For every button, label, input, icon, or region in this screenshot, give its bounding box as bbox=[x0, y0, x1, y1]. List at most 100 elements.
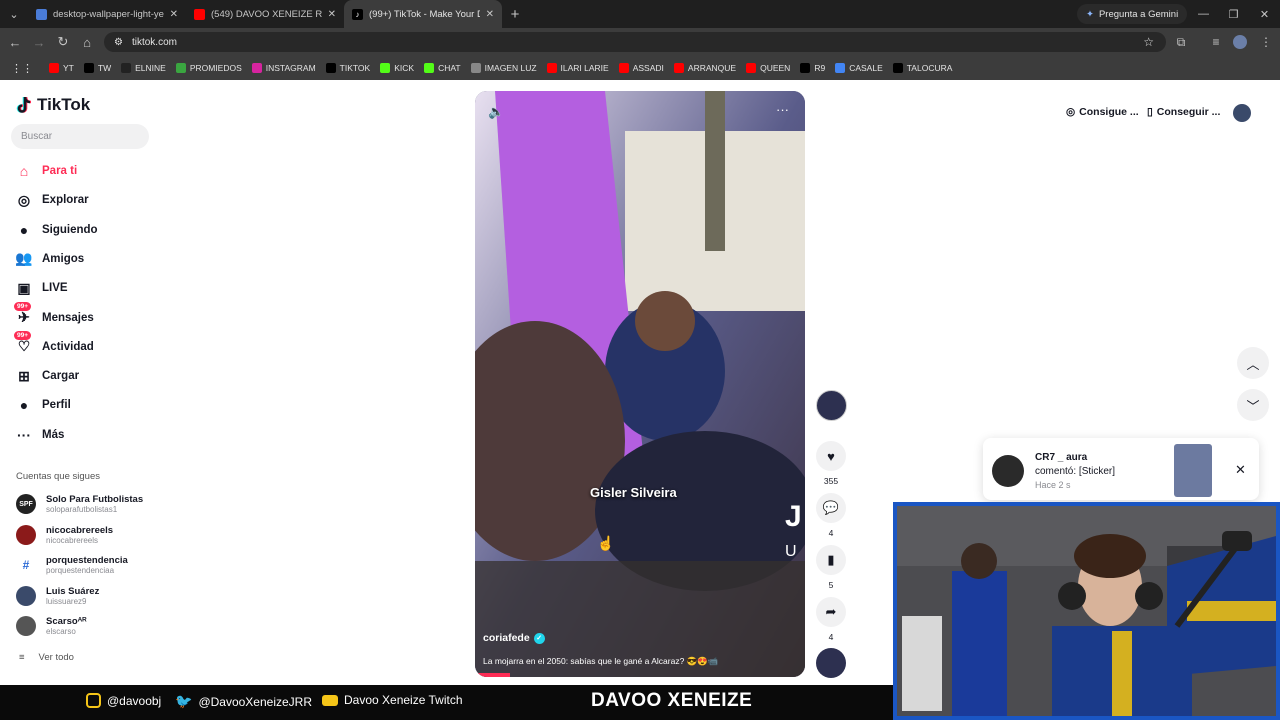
close-icon[interactable]: ✕ bbox=[486, 9, 494, 20]
profile-avatar[interactable] bbox=[1233, 104, 1251, 122]
bookmark-item[interactable]: YT bbox=[44, 58, 79, 78]
nav-item-3[interactable]: 👥 Amigos bbox=[15, 247, 156, 271]
youtube-channel: Davoo Xeneize Twitch bbox=[322, 693, 463, 707]
video-player[interactable]: J U bbox=[475, 91, 805, 677]
youtube-icon bbox=[746, 63, 757, 73]
save-button[interactable]: ▮ 5 bbox=[816, 545, 846, 590]
back-icon[interactable]: ← bbox=[3, 28, 27, 56]
bookmark-icon: ▮ bbox=[816, 545, 846, 575]
browser-tab-active[interactable]: ♪ (99+) TikTok - Make Your Day ✕ bbox=[344, 0, 502, 28]
restore-icon[interactable]: ❐ bbox=[1218, 0, 1249, 28]
followed-account[interactable]: nicocabrereels nicocabrereels bbox=[16, 522, 166, 548]
bookmark-item[interactable]: PROMIEDOS bbox=[171, 58, 247, 78]
nav-item-4[interactable]: ▣ LIVE bbox=[16, 276, 156, 300]
followed-account[interactable]: # porquestendencia porquestendenciaa bbox=[16, 552, 166, 578]
notification-toast[interactable]: CR7 _ aura comentó: [Sticker] Hace 2 s ✕ bbox=[983, 438, 1259, 500]
bookmark-star-icon[interactable]: ☆ bbox=[1143, 35, 1154, 49]
account-text: Luis Suárez luissuarez9 bbox=[46, 586, 99, 606]
reload-icon[interactable]: ↻ bbox=[51, 28, 75, 56]
share-button[interactable]: ➦ 4 bbox=[816, 597, 846, 642]
bookmark-item[interactable]: R9 bbox=[795, 58, 830, 78]
tab-title: (549) DAVOO XENEIZE REACCIÓ... bbox=[211, 8, 322, 20]
bookmark-item[interactable]: ELNINE bbox=[116, 58, 171, 78]
account-handle: luissuarez9 bbox=[46, 596, 87, 606]
tiktok-icon: ♪ bbox=[352, 8, 363, 20]
apps-icon[interactable]: ⋮⋮ bbox=[6, 58, 38, 78]
webcam-overlay bbox=[893, 502, 1280, 720]
bookmark-list: YT TW ELNINE PROMIEDOS INSTAGRAM TIKTOK KICK CH… bbox=[44, 58, 957, 78]
bookmark-item[interactable]: TALOCURA bbox=[888, 58, 958, 78]
notification-time: Hace 2 s bbox=[1035, 480, 1071, 490]
bookmark-item[interactable]: TW bbox=[79, 58, 116, 78]
see-all-button[interactable]: ≡ Ver todo bbox=[19, 652, 74, 663]
nav-item-6[interactable]: ♡ 99+ Actividad bbox=[14, 330, 156, 359]
home-icon[interactable]: ⌂ bbox=[75, 28, 99, 56]
bookmark-label: KICK bbox=[394, 63, 415, 73]
nav-item-2[interactable]: ● Siguiendo bbox=[16, 218, 156, 242]
more-options-icon[interactable]: ··· bbox=[776, 102, 789, 117]
close-icon[interactable]: ✕ bbox=[328, 9, 336, 20]
volume-icon[interactable]: 🔈 bbox=[488, 104, 504, 120]
comment-button[interactable]: 💬 4 bbox=[816, 493, 846, 538]
avatar: SPF bbox=[16, 494, 36, 514]
bookmark-item[interactable]: CHAT bbox=[419, 58, 466, 78]
gemini-button[interactable]: ✦ Pregunta a Gemini bbox=[1077, 4, 1188, 24]
video-author[interactable]: coriafede ✓ bbox=[483, 632, 545, 644]
forward-icon[interactable]: → bbox=[27, 28, 51, 56]
bookmark-label: INSTAGRAM bbox=[265, 63, 316, 73]
profile-avatar[interactable] bbox=[1228, 28, 1252, 56]
bookmark-item[interactable]: ILARI LARIE bbox=[542, 58, 614, 78]
comment-count: 4 bbox=[828, 528, 834, 538]
search-input[interactable]: Buscar bbox=[11, 124, 149, 149]
get-desktop-button[interactable]: ▯ Conseguir ... bbox=[1147, 100, 1220, 124]
next-video-button[interactable]: ﹀ bbox=[1237, 389, 1269, 421]
sound-avatar[interactable] bbox=[816, 648, 846, 678]
nav-label: Siguiendo bbox=[42, 223, 98, 236]
bookmark-item[interactable]: ASSADI bbox=[614, 58, 669, 78]
previous-video-button[interactable]: ︿ bbox=[1237, 347, 1269, 379]
close-icon[interactable]: ✕ bbox=[1235, 462, 1246, 478]
followed-account[interactable]: Luis Suárez luissuarez9 bbox=[16, 583, 166, 609]
nav-item-1[interactable]: ◎ Explorar bbox=[16, 188, 156, 212]
nav-item-9[interactable]: ··· Más bbox=[16, 423, 156, 447]
bookmark-label: TALOCURA bbox=[906, 63, 953, 73]
nav-item-7[interactable]: ⊞ Cargar bbox=[16, 364, 156, 388]
tiktok-logo[interactable]: TikTok bbox=[16, 95, 90, 115]
extensions-icon[interactable]: ⧉ bbox=[1169, 28, 1193, 56]
video-frame: J U bbox=[475, 91, 805, 677]
minimize-icon[interactable]: — bbox=[1188, 0, 1219, 28]
browser-tab[interactable]: (549) DAVOO XENEIZE REACCIÓ... ✕ bbox=[186, 0, 344, 28]
media-icon[interactable]: ≡ bbox=[1204, 28, 1228, 56]
author-avatar[interactable] bbox=[816, 390, 847, 421]
webcam-scene bbox=[897, 506, 1276, 716]
bookmark-item[interactable]: TIKTOK bbox=[321, 58, 376, 78]
followed-account[interactable]: Scarsoᴬᴿ elscarso bbox=[16, 613, 166, 639]
menu-icon[interactable]: ⋮ bbox=[1254, 28, 1278, 56]
globe-icon bbox=[470, 63, 481, 73]
bookmark-item[interactable]: IMAGEN LUZ bbox=[466, 58, 542, 78]
new-tab-button[interactable]: + bbox=[502, 6, 528, 23]
nav-item-8[interactable]: ● Perfil bbox=[16, 393, 156, 417]
compass-icon: ◎ bbox=[17, 191, 31, 208]
followed-account[interactable]: SPF Solo Para Futbolistas soloparafutbolis… bbox=[16, 491, 166, 517]
nav-item-0[interactable]: ⌂ Para ti bbox=[16, 159, 156, 183]
address-bar[interactable]: ⚙ tiktok.com ☆ bbox=[104, 32, 1166, 52]
site-info-icon[interactable]: ⚙ bbox=[114, 37, 123, 48]
bookmark-item[interactable]: QUEEN bbox=[741, 58, 795, 78]
bookmark-item[interactable]: ARRANQUE bbox=[669, 58, 741, 78]
get-app-button[interactable]: ◎ Consigue ... bbox=[1066, 100, 1139, 124]
nav-label: Mensajes bbox=[42, 311, 94, 324]
like-button[interactable]: ♥ 355 bbox=[816, 441, 846, 486]
mouse-cursor-icon: ☝ bbox=[597, 535, 615, 551]
close-icon[interactable]: ✕ bbox=[170, 9, 178, 20]
nav-item-5[interactable]: ✈ 99+ Mensajes bbox=[14, 301, 156, 330]
chevron-down-icon: ﹀ bbox=[1246, 398, 1260, 414]
bookmark-item[interactable]: INSTAGRAM bbox=[247, 58, 321, 78]
tab-search-icon[interactable]: ⌄ bbox=[0, 0, 28, 28]
svg-text:J: J bbox=[785, 500, 802, 533]
notification-thumbnail bbox=[1174, 444, 1212, 497]
bookmark-item[interactable]: CASALE bbox=[830, 58, 888, 78]
close-window-icon[interactable]: ✕ bbox=[1249, 0, 1280, 28]
bookmark-item[interactable]: KICK bbox=[375, 58, 419, 78]
browser-tab[interactable]: desktop-wallpaper-light-yellow... ✕ bbox=[28, 0, 186, 28]
